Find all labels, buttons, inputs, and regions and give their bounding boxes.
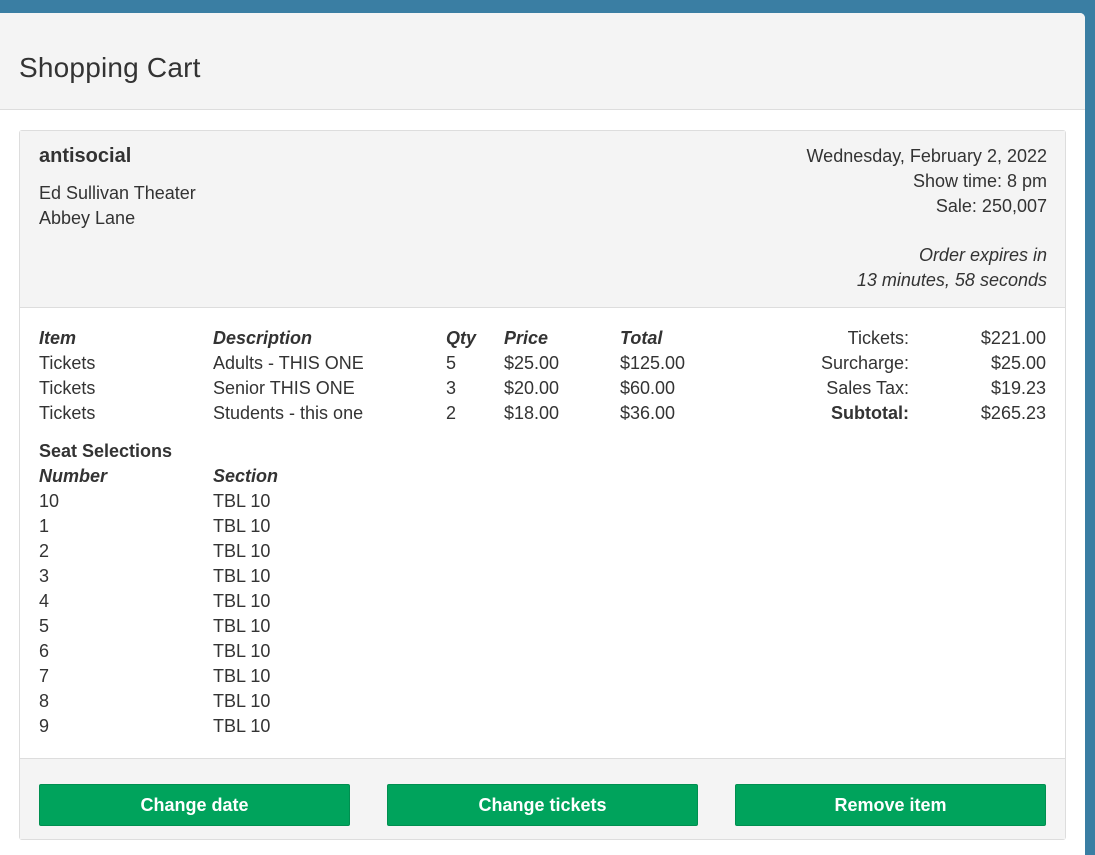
total-cell: $36.00 (620, 403, 676, 423)
item-cell: Tickets (39, 378, 96, 398)
seat-number: 2 (39, 541, 50, 561)
price-column: Price $25.00 $20.00 $18.00 (504, 326, 559, 426)
seat-section: TBL 10 (213, 616, 271, 636)
item-details: Item Tickets Tickets Tickets Description… (20, 308, 1065, 759)
seat-number: 3 (39, 566, 50, 586)
seat-section: TBL 10 (213, 666, 271, 686)
seat-section: TBL 10 (213, 591, 271, 611)
show-info: Wednesday, February 2, 2022 Show time: 8… (807, 144, 1047, 219)
totals-values: $221.00 $25.00 $19.23 $265.23 (981, 326, 1046, 426)
seat-section-column: Section TBL 10 TBL 10 TBL 10 TBL 10 TBL … (213, 464, 278, 739)
total-cell: $60.00 (620, 378, 676, 398)
qty-cell: 2 (446, 403, 457, 423)
sales-tax-value: $19.23 (990, 378, 1046, 398)
surcharge-value: $25.00 (990, 353, 1046, 373)
totals-labels: Tickets: Surcharge: Sales Tax: Subtotal: (821, 326, 909, 426)
tickets-total-label: Tickets: (847, 328, 909, 348)
show-summary: antisocial Ed Sullivan Theater Abbey Lan… (20, 131, 1065, 308)
total-cell: $125.00 (620, 353, 686, 373)
page-title: Shopping Cart (19, 52, 201, 83)
subtotal-label: Subtotal: (831, 403, 909, 423)
total-column: Total $125.00 $60.00 $36.00 (620, 326, 685, 426)
sales-tax-label: Sales Tax: (826, 378, 909, 398)
price-cell: $18.00 (504, 403, 560, 423)
qty-cell: 5 (446, 353, 457, 373)
venue-name: Ed Sullivan Theater (39, 183, 196, 203)
seat-number: 9 (39, 716, 50, 736)
cart-card: Shopping Cart antisocial Ed Sullivan The… (0, 13, 1085, 855)
item-cell: Tickets (39, 403, 96, 423)
seat-number-header: Number (39, 466, 108, 486)
qty-cell: 3 (446, 378, 457, 398)
seat-section: TBL 10 (213, 641, 271, 661)
item-column: Item Tickets Tickets Tickets (39, 326, 95, 426)
seat-number: 6 (39, 641, 50, 661)
qty-header: Qty (446, 328, 477, 348)
description-header: Description (213, 328, 313, 348)
seat-section: TBL 10 (213, 541, 271, 561)
description-cell: Students - this one (213, 403, 364, 423)
item-header: Item (39, 328, 77, 348)
seat-section: TBL 10 (213, 691, 271, 711)
description-column: Description Adults - THIS ONE Senior THI… (213, 326, 364, 426)
seat-selections-title: Seat Selections (39, 441, 173, 461)
subtotal-value: $265.23 (980, 403, 1046, 423)
seat-number: 5 (39, 616, 50, 636)
total-header: Total (620, 328, 663, 348)
seat-section: TBL 10 (213, 516, 271, 536)
seat-section: TBL 10 (213, 491, 271, 511)
seat-section-header: Section (213, 466, 279, 486)
venue-area: Abbey Lane (39, 208, 136, 228)
remove-item-button[interactable]: Remove item (735, 784, 1046, 826)
tickets-total-value: $221.00 (980, 328, 1046, 348)
price-header: Price (504, 328, 549, 348)
seat-number: 10 (39, 491, 60, 511)
sale-number: Sale: 250,007 (935, 196, 1047, 216)
item-actions: Change date Change tickets Remove item (20, 759, 1065, 839)
price-cell: $25.00 (504, 353, 560, 373)
description-cell: Adults - THIS ONE (213, 353, 364, 373)
seat-number-column: Seat Selections Number 10 1 2 3 4 5 6 7 … (39, 439, 172, 739)
seat-number: 1 (39, 516, 50, 536)
show-date: Wednesday, February 2, 2022 (806, 146, 1047, 166)
cart-item-panel: antisocial Ed Sullivan Theater Abbey Lan… (19, 130, 1066, 840)
item-cell: Tickets (39, 353, 96, 373)
description-cell: Senior THIS ONE (213, 378, 355, 398)
seat-section: TBL 10 (213, 716, 271, 736)
seat-section: TBL 10 (213, 566, 271, 586)
expiry-countdown: 13 minutes, 58 seconds (856, 270, 1047, 290)
expiry-label: Order expires in (918, 245, 1047, 265)
change-tickets-button[interactable]: Change tickets (387, 784, 698, 826)
seat-number: 8 (39, 691, 50, 711)
venue: Ed Sullivan Theater Abbey Lane (39, 181, 196, 231)
change-date-button[interactable]: Change date (39, 784, 350, 826)
qty-column: Qty 5 3 2 (446, 326, 476, 426)
order-expiry: Order expires in 13 minutes, 58 seconds (857, 243, 1047, 293)
price-cell: $20.00 (504, 378, 560, 398)
seat-number: 4 (39, 591, 50, 611)
show-time: Show time: 8 pm (912, 171, 1047, 191)
surcharge-label: Surcharge: (820, 353, 909, 373)
show-name: antisocial (39, 145, 132, 167)
seat-number: 7 (39, 666, 50, 686)
